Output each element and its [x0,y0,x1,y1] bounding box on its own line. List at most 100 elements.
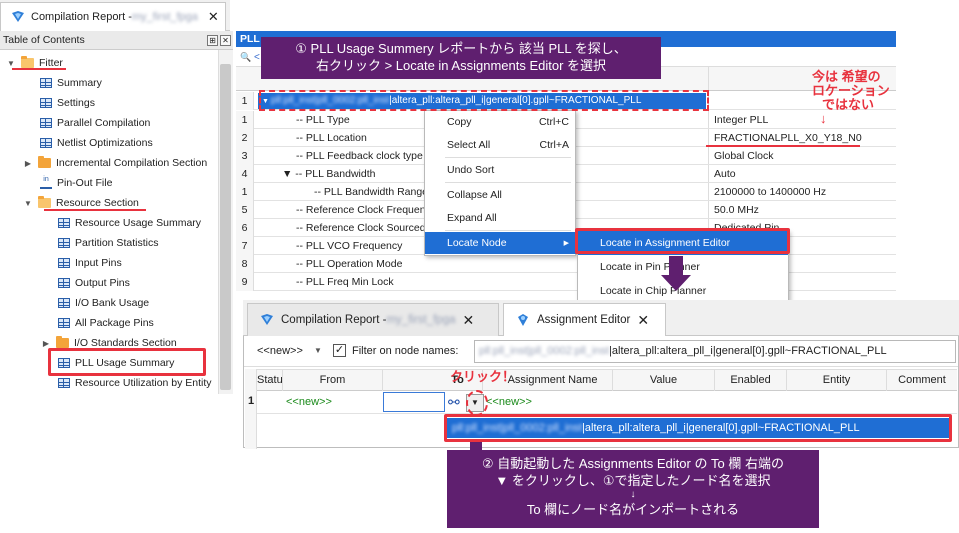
column-enabled[interactable]: Enabled [715,370,787,391]
menu-shortcut: Ctrl+C [538,116,569,128]
grid-search-text: < [254,52,260,63]
toc-item-resource-usage-summary[interactable]: Resource Usage Summary [58,213,201,233]
chevron-down-icon[interactable]: ▼ [314,346,322,355]
toc-item-incremental-compilation[interactable]: ▶ Incremental Compilation Section [23,153,207,173]
table-row[interactable]: 1 <<new>> <<new>> [248,392,957,414]
toc-item-label: Parallel Compilation [57,117,151,129]
toc-item-label: Partition Statistics [75,237,159,249]
close-icon[interactable]: ✕ [463,312,475,329]
row-number: 3 [236,147,254,165]
toc-item-output-pins[interactable]: Output Pins [58,273,130,293]
toc-item-io-bank-usage[interactable]: I/O Bank Usage [58,293,149,313]
menu-item-locate-node[interactable]: Locate Node ▶ [425,232,577,254]
column-comment[interactable]: Comment [887,370,957,391]
toc-item-label: Netlist Optimizations [57,137,153,149]
expander-icon[interactable]: ▼ [6,59,16,68]
expander-icon[interactable]: ▶ [41,339,51,348]
tab-compilation-report-2[interactable]: Compilation Report - my_first_fpga ✕ [247,303,499,336]
toc-item-label: Summary [57,77,102,89]
toc-item-parallel-compilation[interactable]: Parallel Compilation [40,113,150,133]
underline-pll-location [706,145,860,147]
row-number: 1 [236,111,254,129]
report-icon [261,314,273,325]
node-finder-icon[interactable]: ⚯ [448,394,460,410]
arrow-down-icon: ↓ [820,111,827,126]
row-name: -- PLL Feedback clock type [296,150,423,162]
row-name: -- Reference Clock Frequency [296,204,437,216]
filter-checkbox[interactable]: ✓ [333,344,346,357]
toc-item-all-package-pins[interactable]: All Package Pins [58,313,154,333]
toc-item-input-pins[interactable]: Input Pins [58,253,122,273]
filter-value-prefix: pll:pll_inst|pll_0002:pll_inst [479,345,610,357]
toc-item-summary[interactable]: Summary [40,73,102,93]
row-value: Global Clock [714,150,774,162]
tab-label: Assignment Editor [537,314,631,326]
toc-item-resource-utilization[interactable]: Resource Utilization by Entity [58,373,212,393]
toc-item-label: Resource Section [56,197,139,209]
column-value[interactable]: Value [613,370,715,391]
tab-project-name: my_first_fpga [131,11,198,23]
toc-item-netlist-optimizations[interactable]: Netlist Optimizations [40,133,153,153]
report-icon [12,11,24,22]
menu-shortcut: Ctrl+A [539,139,569,151]
to-cell-input[interactable] [383,392,445,412]
close-icon[interactable]: ✕ [637,312,649,329]
toc-item-label: Output Pins [75,277,130,289]
column-from[interactable]: From [283,370,383,391]
tab-project-name: my_first_fpga [386,314,456,326]
category-dropdown[interactable]: <<new>> [257,345,303,357]
tab-assignment-editor[interactable]: Assignment Editor ✕ [503,303,666,336]
toc-item-partition-statistics[interactable]: Partition Statistics [58,233,158,253]
toc-item-settings[interactable]: Settings [40,93,95,113]
table-icon [58,278,70,288]
assignment-name-cell[interactable]: <<new>> [486,396,532,408]
toc-item-fitter[interactable]: ▼ Fitter [6,53,63,73]
row-number: 5 [236,201,254,219]
menu-item-expand-all[interactable]: Expand All [425,207,577,229]
menu-label: Copy [447,116,472,128]
note-text: ではない [822,97,875,112]
folder-icon [56,336,69,348]
highlight-to-dropdown [466,390,488,416]
table-row[interactable]: 9 -- PLL Freq Min Lock [236,273,896,291]
menu-item-collapse-all[interactable]: Collapse All [425,184,577,206]
table-icon [58,318,70,328]
expander-icon[interactable]: ▶ [23,159,33,168]
row-value: 2100000 to 1400000 Hz [714,186,827,198]
close-icon[interactable]: ✕ [208,9,219,25]
arrow-down-icon: ↓ [630,489,636,500]
callout-text: ▼ をクリックし、①で指定したノード名を選択 [495,473,771,488]
toc-item-pin-out-file[interactable]: in Pin-Out File [40,173,112,193]
menu-item-select-all[interactable]: Select All Ctrl+A [425,134,577,156]
menu-label: Select All [447,139,491,151]
menu-item-copy[interactable]: Copy Ctrl+C [425,111,577,133]
row-name: -- PLL VCO Frequency [296,240,403,252]
context-menu: Copy Ctrl+C Select All Ctrl+A Undo Sort … [424,110,577,256]
row-number: 8 [236,255,254,273]
menu-label: Locate Node [447,237,507,249]
arrow-down-icon [661,275,691,291]
close-icon[interactable]: ✕ [220,34,231,46]
folder-icon [38,156,51,168]
row-number-column [245,369,257,449]
from-cell[interactable]: <<new>> [286,396,332,408]
menu-separator [445,182,571,183]
column-status[interactable]: Status [257,370,283,391]
table-row[interactable]: 8 -- PLL Operation Mode [236,255,896,273]
menu-item-undo-sort[interactable]: Undo Sort [425,159,577,181]
table-icon [58,258,70,268]
menu-label: Undo Sort [447,164,495,176]
tab-compilation-report[interactable]: Compilation Report - my_first_fpga ✕ [0,2,226,31]
expander-icon[interactable]: ▼ [23,199,33,208]
toc-scroll-thumb[interactable] [220,64,231,390]
underline-resource-section [44,209,146,211]
arrow-shaft [669,256,683,276]
filter-input[interactable]: pll:pll_inst|pll_0002:pll_inst|altera_pl… [474,340,956,363]
row-number: 1 [248,395,255,407]
pin-icon[interactable]: ⊞ [207,34,218,46]
row-name: -- Reference Clock Sourced by [296,222,440,234]
arrow-shaft [470,442,482,450]
row-name: -- PLL Operation Mode [296,258,403,270]
table-icon [58,298,70,308]
column-entity[interactable]: Entity [787,370,887,391]
